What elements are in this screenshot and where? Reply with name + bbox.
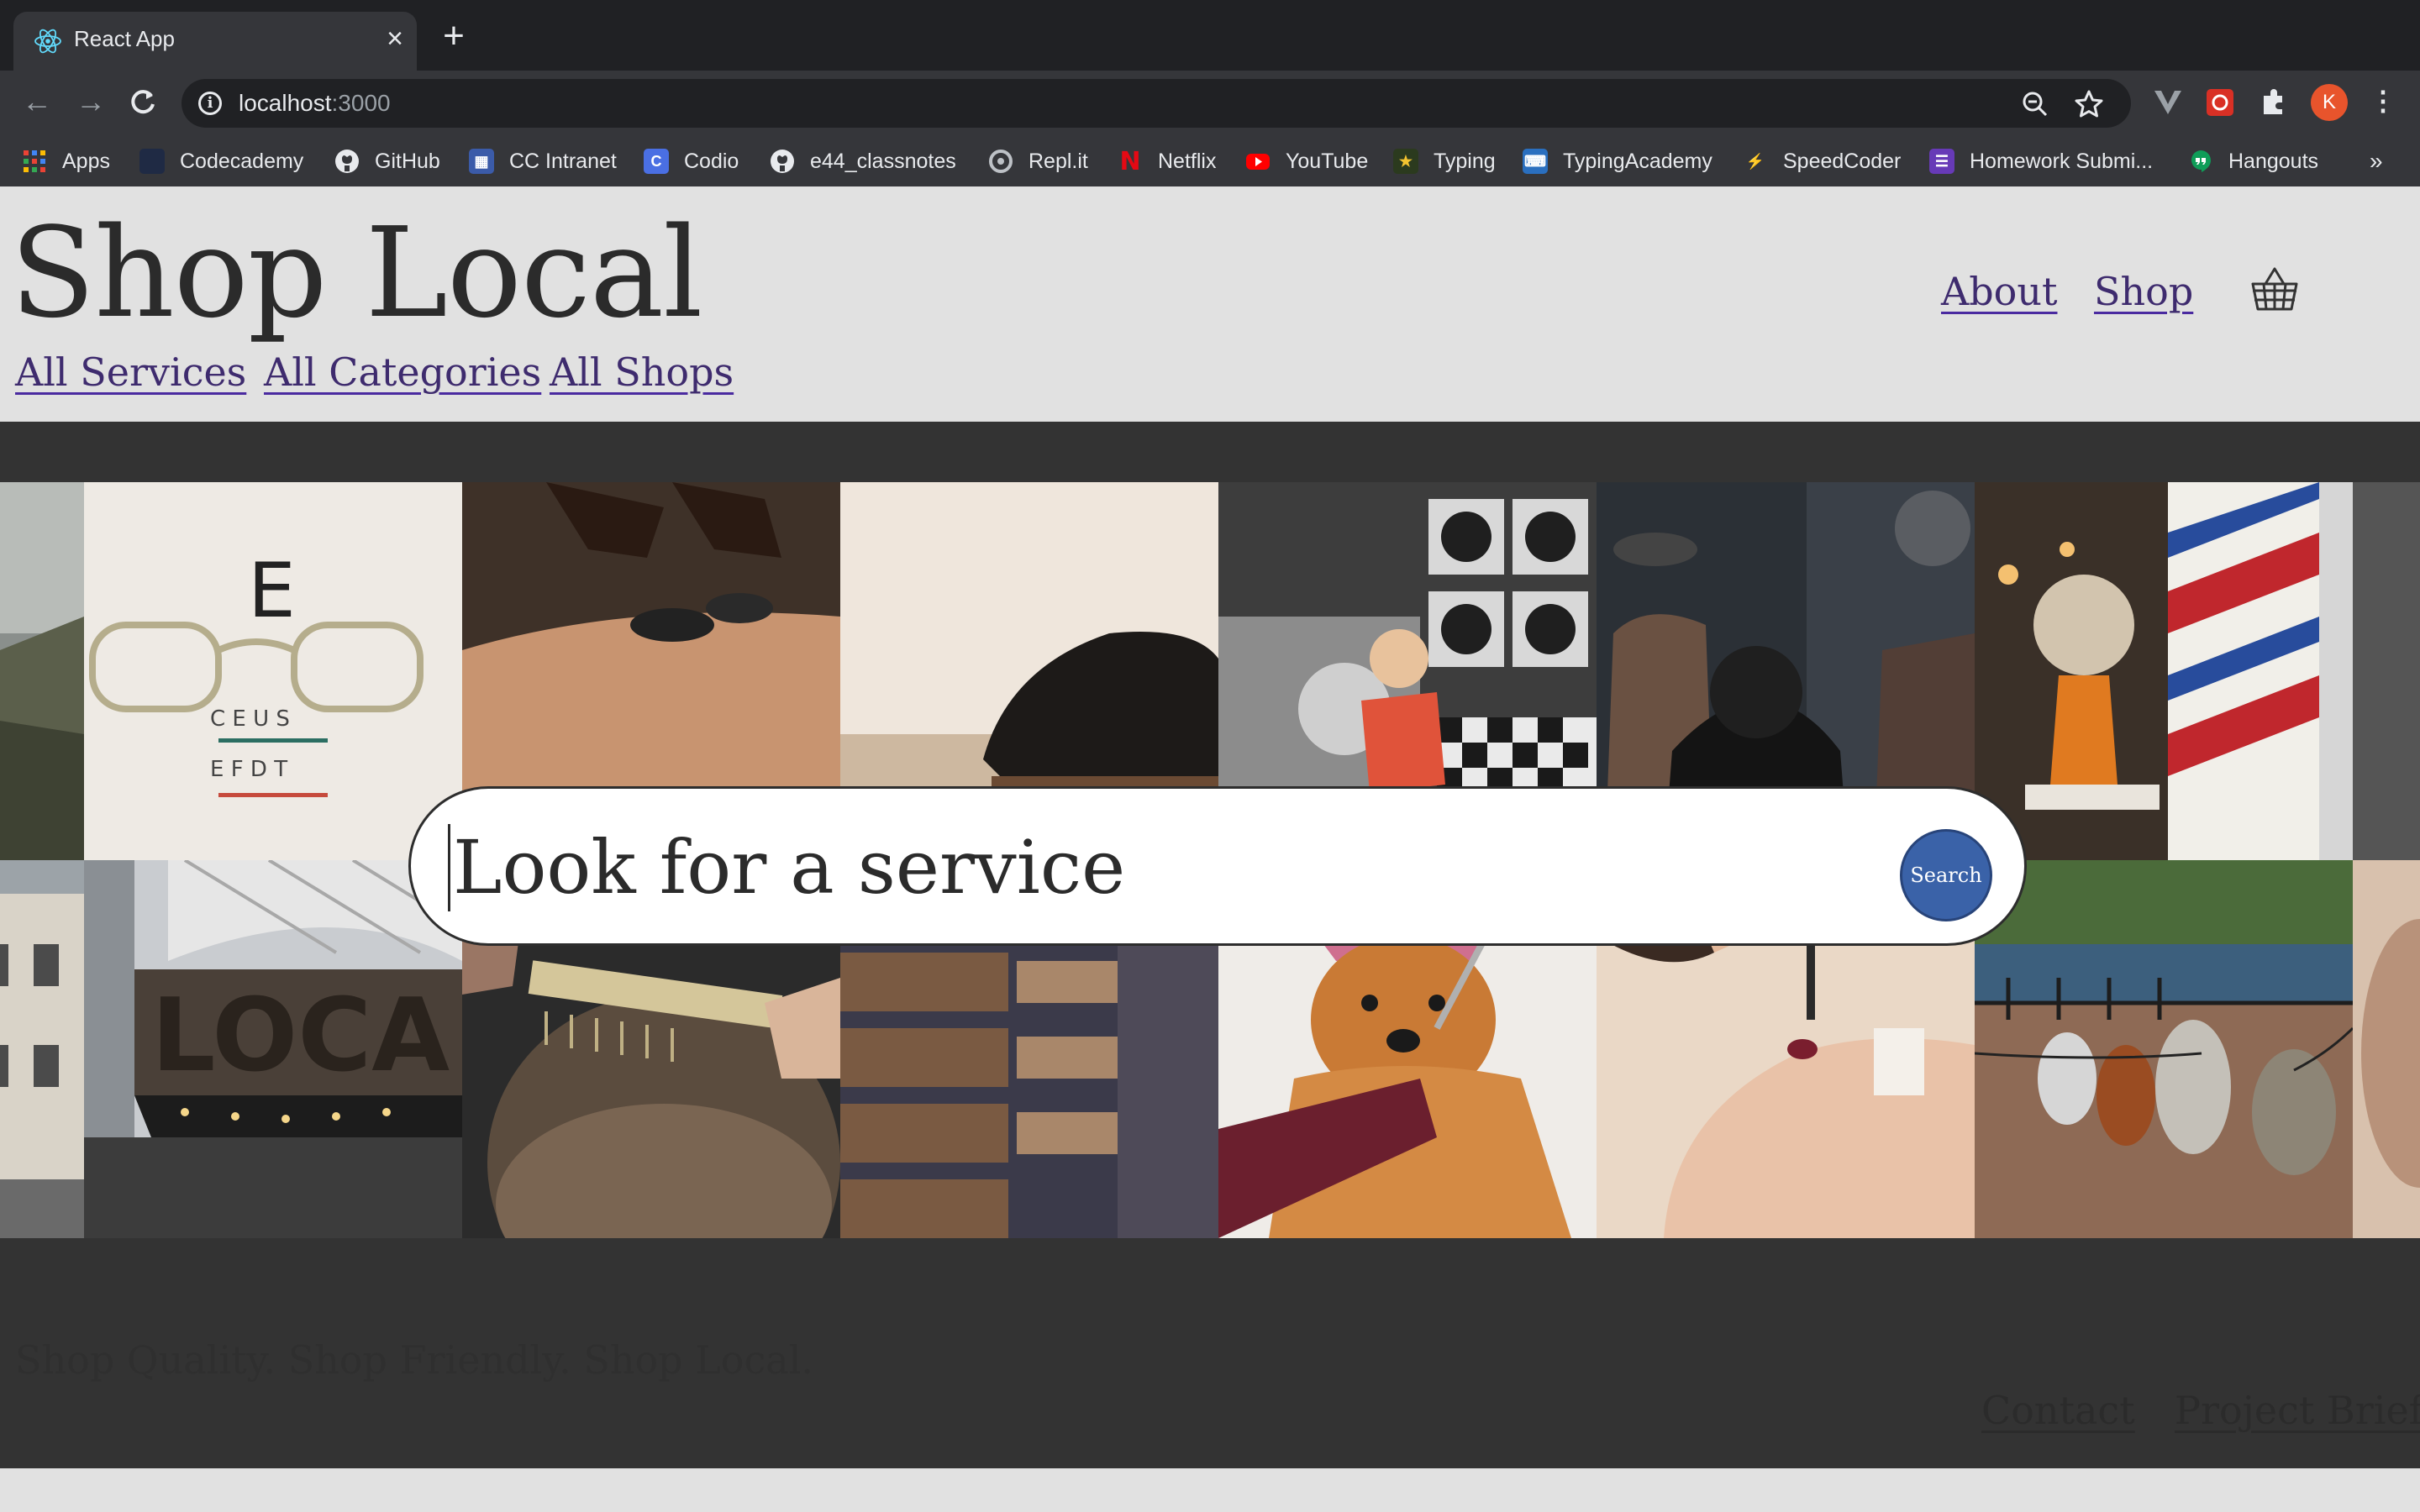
bookmark-apps[interactable]: Apps: [22, 146, 110, 176]
page: Shop Local All Services All Categories A…: [0, 186, 2420, 1512]
browser-toolbar: ← → i localhost:3000 K ⋮: [0, 71, 2420, 136]
street-photo: [0, 860, 84, 1238]
bookmark-homework[interactable]: ☰ Homework Submi...: [1929, 146, 2153, 176]
nav-all-shops[interactable]: All Shops: [550, 349, 734, 395]
bookmark-e44-classnotes[interactable]: e44_classnotes: [770, 146, 956, 176]
tab-title: React App: [74, 26, 175, 51]
footer-tagline: Shop Quality. Shop Friendly. Shop Local.: [15, 1337, 814, 1383]
nav-all-categories[interactable]: All Categories: [264, 349, 541, 395]
person-photo: [2353, 860, 2420, 1238]
menu-kebab-icon[interactable]: ⋮: [2370, 84, 2396, 121]
vimeo-extension-icon[interactable]: [2149, 84, 2186, 121]
bookmark-star-icon[interactable]: [2072, 87, 2106, 121]
more-bookmarks-button[interactable]: »: [2370, 148, 2383, 175]
bookmark-cc-intranet[interactable]: ▦ CC Intranet: [469, 146, 617, 176]
dogs-on-leash-photo: [1975, 860, 2353, 1238]
bookmark-netflix[interactable]: N Netflix: [1118, 146, 1216, 176]
github-icon: [771, 150, 794, 173]
footer-project-brief-link[interactable]: Project Brief: [2175, 1388, 2420, 1433]
svg-text:LOCA: LOCA: [151, 978, 450, 1095]
youtube-icon: [1246, 154, 1270, 170]
bookmark-codecademy[interactable]: Codecademy: [139, 146, 303, 176]
netflix-icon: N: [1119, 146, 1141, 176]
shaving-brush-barber-pole-photo: [1975, 482, 2353, 860]
codio-icon: C: [644, 149, 669, 174]
svg-text:E: E: [248, 547, 296, 635]
bookmark-speedcoder[interactable]: ⚡ SpeedCoder: [1743, 146, 1902, 176]
intranet-icon: ▦: [469, 149, 494, 174]
reload-icon[interactable]: [126, 86, 160, 119]
bookmark-codio[interactable]: C Codio: [644, 146, 739, 176]
svg-text:E F D T: E F D T: [210, 757, 287, 782]
extension-red-icon[interactable]: [2202, 84, 2238, 121]
footer-contact-link[interactable]: Contact: [1981, 1388, 2135, 1433]
list-icon: ☰: [1929, 149, 1954, 174]
profile-avatar[interactable]: K: [2311, 84, 2348, 121]
url-text: localhost:3000: [239, 90, 391, 116]
bookmark-replit[interactable]: Repl.it: [988, 146, 1088, 176]
zoom-out-icon[interactable]: [2018, 87, 2052, 121]
service-search-input[interactable]: [453, 812, 1797, 921]
nav-shop[interactable]: Shop: [2094, 269, 2193, 314]
text-caret: [448, 824, 450, 911]
service-search-bar: Search: [408, 786, 2027, 946]
forward-arrow-icon[interactable]: →: [72, 84, 109, 121]
browser-tab[interactable]: React App ×: [13, 12, 417, 71]
replit-icon: [989, 150, 1013, 173]
svg-text:C E U S: C E U S: [210, 706, 290, 732]
nav-all-services[interactable]: All Services: [15, 349, 246, 395]
basket-icon[interactable]: [2250, 265, 2299, 312]
site-logo[interactable]: Shop Local: [10, 205, 702, 342]
bookmark-typing[interactable]: ★ Typing: [1393, 146, 1496, 176]
local-sign-photo: LOCA: [84, 860, 462, 1238]
lightning-icon: ⚡: [1745, 152, 1765, 170]
close-tab-icon[interactable]: ×: [381, 24, 408, 54]
hangouts-icon: [2191, 150, 2211, 172]
search-button[interactable]: Search: [1900, 829, 1992, 921]
new-tab-button[interactable]: +: [439, 18, 469, 55]
github-icon: [335, 150, 359, 173]
typing-icon: ★: [1393, 149, 1418, 174]
react-logo-icon: [34, 29, 61, 54]
apps-grid-icon: [24, 150, 45, 172]
address-bar[interactable]: i localhost:3000: [182, 79, 2131, 128]
bookmark-hangouts[interactable]: Hangouts: [2188, 146, 2318, 176]
bookmark-youtube[interactable]: YouTube: [1245, 146, 1368, 176]
eye-chart-glasses-photo: E C E U S E F D T: [84, 482, 462, 860]
bookmarks-bar: Apps Codecademy GitHub ▦ CC Intranet C C…: [0, 136, 2420, 186]
bookmark-github[interactable]: GitHub: [334, 146, 440, 176]
back-arrow-icon[interactable]: ←: [18, 84, 55, 121]
browser-tab-strip: React App × +: [0, 0, 2420, 71]
bookmark-typingacademy[interactable]: ⌨ TypingAcademy: [1523, 146, 1712, 176]
site-info-icon[interactable]: i: [198, 92, 222, 115]
codecademy-icon: [139, 149, 165, 174]
puzzle-extensions-icon[interactable]: [2255, 84, 2292, 121]
typingacademy-icon: ⌨: [1523, 149, 1548, 174]
nav-about[interactable]: About: [1941, 269, 2057, 314]
mountains-photo: [0, 482, 84, 860]
